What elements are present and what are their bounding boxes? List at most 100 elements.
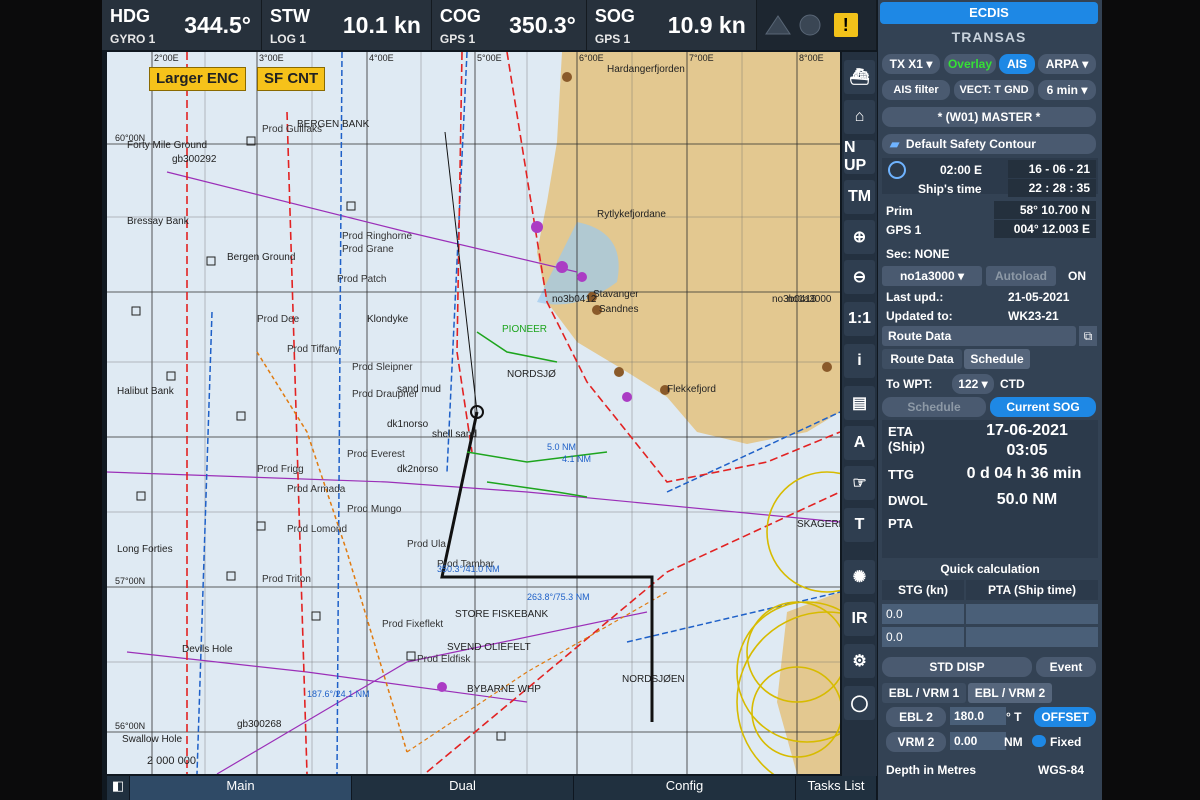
arpa-label: ARPA <box>1045 57 1079 71</box>
ebl-input[interactable]: 180.0 <box>950 707 1006 725</box>
hdg-source: GYRO 1 <box>110 32 156 46</box>
quick-calc-title: Quick calculation <box>940 562 1040 576</box>
event-button[interactable]: Event <box>1036 657 1096 677</box>
stw-value: 10.1 kn <box>342 12 421 38</box>
safety-contour-dropdown[interactable]: ▰ Default Safety Contour <box>882 134 1096 154</box>
zoom-out-btn[interactable]: ⊖ <box>844 260 875 294</box>
info-icon: i <box>857 352 862 369</box>
autoload-button[interactable]: Autoload <box>986 266 1056 286</box>
chevron-down-icon: ▾ <box>1082 57 1089 71</box>
bottom-tabs: ◧ Main Dual Config Tasks List <box>107 776 877 800</box>
vrm2-button[interactable]: VRM 2 <box>886 732 946 752</box>
ebl2-button[interactable]: EBL 2 <box>886 707 946 727</box>
page-btn[interactable]: ▤ <box>844 386 875 420</box>
chart-place-label: Devils Hole <box>182 644 233 655</box>
autoload-state: ON <box>1068 269 1086 283</box>
ship-icon-btn[interactable]: ⛴ <box>844 60 875 94</box>
vector-time-dropdown[interactable]: 6 min ▾ <box>1038 80 1096 100</box>
tab-config[interactable]: Config <box>574 776 796 800</box>
green-targets <box>466 331 608 498</box>
hand-icon: ☞ <box>852 475 867 492</box>
chart-place-label: Stavanger <box>593 289 639 300</box>
dwol-label: DWOL <box>888 493 928 508</box>
undock-icon[interactable]: ⧉ <box>1079 326 1097 346</box>
latitude-label: 56°00N <box>115 721 145 731</box>
tab-tasks-list[interactable]: Tasks List <box>796 776 877 800</box>
ir-btn[interactable]: IR <box>844 602 875 636</box>
warning-triangle-icon[interactable] <box>763 0 793 50</box>
chart-place-label: shell sand <box>432 429 477 440</box>
tab-ebl-vrm-2[interactable]: EBL / VRM 2 <box>968 683 1052 703</box>
ais-button[interactable]: AIS <box>999 54 1035 74</box>
nav-data-bar: HDG GYRO 1 344.5° STW LOG 1 10.1 kn COG … <box>102 0 877 50</box>
chart-place-label: Sandnes <box>599 304 638 315</box>
sf-cnt-button[interactable]: SF CNT <box>257 67 326 91</box>
ecdis-title[interactable]: ECDIS <box>880 2 1098 24</box>
fixed-toggle-icon[interactable] <box>1032 735 1046 747</box>
ship-date: 16 - 06 - 21 <box>1008 160 1096 178</box>
stg-input-1[interactable]: 0.0 <box>882 604 964 624</box>
offset-button[interactable]: OFFSET <box>1034 707 1096 727</box>
target-btn[interactable]: T <box>844 508 875 542</box>
vrm-input[interactable]: 0.00 <box>950 732 1006 750</box>
alarm-circle-icon[interactable] <box>795 0 825 50</box>
longitude-label: 4°00E <box>369 53 394 63</box>
text-icon: A <box>853 434 866 451</box>
dwol-value: 50.0 NM <box>996 491 1058 508</box>
master-dropdown[interactable]: * (W01) MASTER * <box>882 107 1096 127</box>
tab-main[interactable]: Main <box>130 776 352 800</box>
overlay-button[interactable]: Overlay <box>944 54 996 74</box>
latitude-label: 57°00N <box>115 576 145 586</box>
schedule-button[interactable]: Schedule <box>882 397 986 417</box>
arpa-dropdown[interactable]: ARPA ▾ <box>1038 54 1096 74</box>
zoom-in-btn[interactable]: ⊕ <box>844 220 875 254</box>
home-ship-btn[interactable]: ⌂ <box>844 100 875 134</box>
clock-icon[interactable] <box>888 161 906 179</box>
chart-place-label: Klondyke <box>367 314 409 325</box>
text-btn[interactable]: A <box>844 426 875 460</box>
scale-btn[interactable]: 1:1 <box>844 302 875 336</box>
chart-place-label: Prod Triton <box>262 574 311 585</box>
tab-route-data[interactable]: Route Data <box>882 349 962 369</box>
sidebar-toggle-icon[interactable]: ◧ <box>107 776 130 800</box>
power-btn[interactable]: ◯ <box>844 686 875 720</box>
tx-dropdown[interactable]: TX X1 ▾ <box>882 54 940 74</box>
vector-time-label: 6 min <box>1046 83 1078 97</box>
pta-input-1[interactable] <box>966 604 1098 624</box>
settings-btn[interactable]: ⚙ <box>844 644 875 678</box>
ship-icon: ⛴ <box>849 69 870 86</box>
nautical-chart[interactable]: BERGEN BANK Bressay Bank Bergen Ground Fort… <box>107 52 840 774</box>
tab-dual[interactable]: Dual <box>352 776 574 800</box>
north-up-btn-label: N UP <box>844 139 867 174</box>
north-up-btn[interactable]: N UP <box>844 139 875 174</box>
chart-cell-dropdown[interactable]: no1a3000 ▾ <box>882 266 982 286</box>
std-disp-button[interactable]: STD DISP <box>882 657 1032 677</box>
tab-ebl-vrm-1[interactable]: EBL / VRM 1 <box>882 683 966 703</box>
ais-filter-button[interactable]: AIS filter <box>882 80 950 100</box>
zoom-out-icon: ⊖ <box>852 269 867 286</box>
vector-mode-button[interactable]: VECT: T GND <box>954 80 1034 100</box>
route-leg-label: 350.3°/41.0 NM <box>437 564 500 574</box>
day-night-btn[interactable]: ✺ <box>844 560 875 594</box>
home-icon: ⌂ <box>854 108 865 125</box>
larger-enc-button[interactable]: Larger ENC <box>149 67 246 91</box>
depth-units: Depth in Metres <box>886 763 977 777</box>
pta-input-2[interactable] <box>966 627 1098 647</box>
current-sog-button[interactable]: Current SOG <box>990 397 1096 417</box>
waypoint-dropdown[interactable]: 122 ▾ <box>952 374 994 394</box>
gear-icon: ⚙ <box>852 653 867 670</box>
ir-btn-label: IR <box>851 610 868 627</box>
stg-input-2[interactable]: 0.0 <box>882 627 964 647</box>
chart-place-label: no3b0416 <box>772 294 817 305</box>
info-btn[interactable]: i <box>844 344 875 378</box>
chevron-down-icon: ▾ <box>926 57 933 71</box>
sog-value: 10.9 kn <box>667 12 746 38</box>
route-data-dropdown[interactable]: Route Data <box>882 326 1076 346</box>
chart-place-label: Prod Everest <box>347 449 405 460</box>
drag-btn[interactable]: ☞ <box>844 466 875 500</box>
tab-schedule[interactable]: Schedule <box>964 349 1030 369</box>
chart-place-label: NORDSJØ <box>507 369 556 380</box>
tm-btn[interactable]: TM <box>844 180 875 214</box>
route-data-label: Route Data <box>888 329 952 343</box>
alert-button[interactable]: ! <box>831 0 861 50</box>
